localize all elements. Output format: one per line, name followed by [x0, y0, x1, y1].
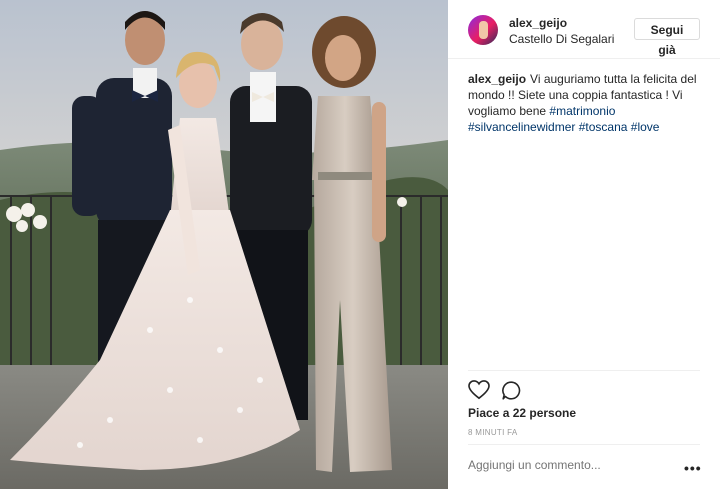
comment-icon[interactable] — [501, 380, 522, 401]
heart-icon[interactable] — [468, 380, 490, 400]
post-photo[interactable] — [0, 0, 448, 489]
hashtag-matrimonio[interactable]: #matrimonio — [549, 104, 615, 118]
instagram-post: alex_geijo Castello Di Segalari Segui gi… — [0, 0, 720, 489]
likes-count[interactable]: Piace a 22 persone — [468, 406, 576, 420]
comment-input[interactable] — [468, 458, 668, 472]
following-button[interactable]: Segui già — [634, 18, 700, 57]
username-link[interactable]: alex_geijo — [509, 16, 567, 30]
caption-username[interactable]: alex_geijo — [468, 72, 526, 86]
more-options-icon[interactable]: ••• — [684, 460, 702, 476]
divider — [468, 444, 700, 445]
avatar-figure — [479, 21, 488, 39]
post-timestamp: 8 MINUTI FA — [468, 428, 518, 437]
post-caption: alex_geijo Vi auguriamo tutta la felicita… — [468, 71, 708, 135]
location-link[interactable]: Castello Di Segalari — [509, 32, 614, 46]
wedding-photo — [0, 0, 448, 489]
hashtag-toscana[interactable]: #toscana — [579, 120, 628, 134]
hashtag-silvancelinewidmer[interactable]: #silvancelinewidmer — [468, 120, 575, 134]
divider — [468, 370, 700, 371]
post-details-panel: alex_geijo Castello Di Segalari Segui gi… — [448, 0, 720, 489]
hashtag-love[interactable]: #love — [631, 120, 660, 134]
avatar[interactable] — [468, 15, 498, 45]
post-header: alex_geijo Castello Di Segalari Segui gi… — [448, 0, 720, 59]
